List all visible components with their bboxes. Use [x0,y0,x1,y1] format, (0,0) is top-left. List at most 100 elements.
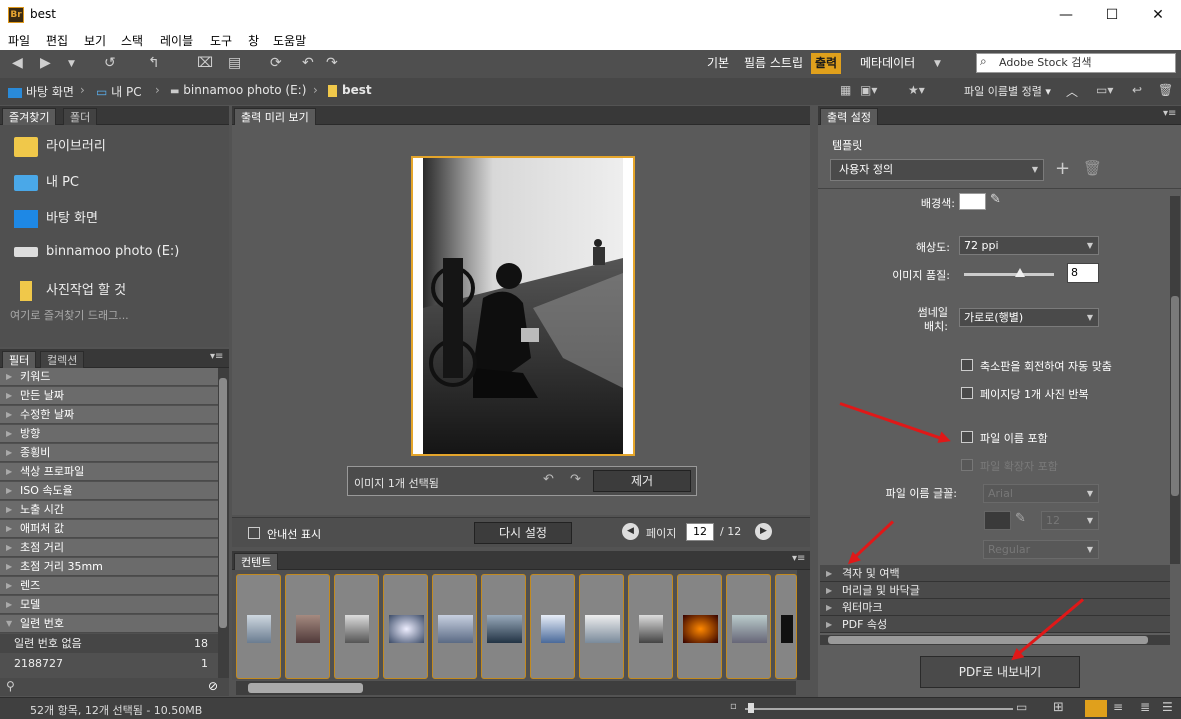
rotate-icon[interactable]: ↩ [1132,83,1142,97]
tab-favorites[interactable]: 즐겨찾기 [2,108,57,125]
content-vertical-scrollbar[interactable] [797,570,810,680]
thumbnail[interactable] [530,574,575,679]
filter-category-row[interactable]: ▶ 방향 [0,425,218,443]
section-header-footer[interactable]: ▶ 머리글 및 바닥글 [820,582,1170,599]
font-color-swatch[interactable] [984,511,1011,530]
menu-stack[interactable]: 스택 [121,32,143,49]
breadcrumb-desktop[interactable]: 바탕 화면 [8,83,74,100]
menu-label[interactable]: 레이블 [160,32,193,49]
add-template-icon[interactable]: + [1055,158,1070,179]
thumbnail[interactable] [677,574,722,679]
workspace-dropdown-icon[interactable]: ▼ [934,59,941,69]
recent-dropdown-icon[interactable]: ▼ [68,59,75,69]
view-list-icon[interactable]: ≣ [1140,700,1150,714]
breadcrumb-folder[interactable]: best [328,83,372,97]
thumbnail[interactable] [775,574,797,679]
settings-horizontal-scrollbar[interactable] [820,635,1170,645]
view-mode-icon[interactable]: ▣▾ [860,83,877,97]
filter-category-row[interactable]: ▶ 만든 날짜 [0,387,218,405]
filter-category-row[interactable]: ▶ 키워드 [0,368,218,386]
section-grid-margins[interactable]: ▶ 격자 및 여백 [820,565,1170,582]
filter-value-row[interactable]: 일련 번호 없음 18 [0,634,218,653]
quality-slider-handle[interactable] [1015,268,1025,277]
scrollbar-thumb[interactable] [219,378,227,628]
pin-icon[interactable]: ⚲ [6,679,15,693]
sort-dropdown[interactable]: 파일 이름별 정렬 ▾ [964,83,1051,99]
menu-edit[interactable]: 편집 [46,32,68,49]
view-details-icon[interactable]: ≡ [1113,700,1123,714]
rotate-left-icon[interactable]: ↶ [302,55,314,71]
thumbnail-size-slider[interactable] [745,708,1013,710]
rotate-left-icon[interactable]: ↶ [543,472,554,487]
breadcrumb-drive[interactable]: ▬ binnamoo photo (E:) [170,83,306,97]
font-size-dropdown[interactable]: 12 ▼ [1041,511,1099,530]
slider-handle[interactable] [748,703,754,713]
menu-help[interactable]: 도움말 [273,32,306,49]
boomerang-icon[interactable]: ↺ [104,55,116,71]
view-thumbnails-icon[interactable] [1085,700,1107,717]
thumbnail[interactable] [481,574,526,679]
minimize-button[interactable]: — [1043,0,1089,30]
menu-view[interactable]: 보기 [84,32,106,49]
thumbnail[interactable] [579,574,624,679]
zoom-out-icon[interactable]: ▫ [730,701,737,712]
tab-output-preview[interactable]: 출력 미리 보기 [234,108,316,125]
tab-collections[interactable]: 컬렉션 [40,351,85,368]
thumbnail[interactable] [236,574,281,679]
template-dropdown[interactable]: 사용자 정의 ▼ [830,159,1044,181]
previous-page-icon[interactable]: ◀ [622,523,639,540]
filter-category-row[interactable]: ▶ 노출 시간 [0,501,218,519]
scrollbar-thumb[interactable] [248,683,363,693]
workspace-metadata[interactable]: 메타데이터 [856,53,919,74]
workspace-output[interactable]: 출력 [811,53,842,74]
tab-output-settings[interactable]: 출력 설정 [820,108,878,125]
favorite-library[interactable]: 라이브러리 [14,135,106,157]
menu-window[interactable]: 창 [248,32,259,49]
rotate-right-icon[interactable]: ↷ [570,472,581,487]
workspace-filmstrip[interactable]: 필름 스트립 [740,53,807,74]
star-filter-icon[interactable]: ★▾ [908,83,925,97]
quality-slider-track[interactable] [964,273,1054,276]
font-style-dropdown[interactable]: Regular ▼ [983,540,1099,559]
rotate-right-icon[interactable]: ↷ [326,55,338,71]
favorite-drive[interactable]: binnamoo photo (E:) [14,244,179,259]
tab-folders[interactable]: 폴더 [63,108,98,125]
next-page-icon[interactable]: ▶ [755,523,772,540]
guides-checkbox[interactable] [248,527,260,539]
zoom-in-icon[interactable]: ▭ [1016,700,1027,714]
favorite-desktop[interactable]: 바탕 화면 [14,207,98,228]
thumbnail[interactable] [334,574,379,679]
eyedropper-icon[interactable]: ✎ [1015,511,1026,526]
filter-category-row[interactable]: ▶ ISO 속도율 [0,482,218,500]
trash-icon[interactable]: 🗑 [1158,83,1173,97]
filter-category-row[interactable]: ▼ 일련 번호 [0,615,218,633]
section-watermark[interactable]: ▶ 워터마크 [820,599,1170,616]
thumbnail[interactable] [285,574,330,679]
clear-filter-icon[interactable]: ⊘ [208,679,218,693]
repeat-photo-checkbox[interactable] [961,387,973,399]
resolution-dropdown[interactable]: 72 ppi ▼ [959,236,1099,255]
font-family-dropdown[interactable]: Arial ▼ [983,484,1099,503]
preview-photo[interactable] [411,156,635,456]
settings-scrollbar[interactable] [1170,196,1180,564]
quality-input[interactable]: 8 [1067,263,1099,283]
include-extension-checkbox[interactable] [961,459,973,471]
filter-scrollbar[interactable] [218,368,229,678]
export-pdf-button[interactable]: PDF로 내보내기 [920,656,1080,688]
filter-category-row[interactable]: ▶ 모델 [0,596,218,614]
thumbnail[interactable] [726,574,771,679]
tab-content[interactable]: 컨텐트 [234,553,279,570]
filter-category-row[interactable]: ▶ 수정한 날짜 [0,406,218,424]
camera-raw-icon[interactable]: ↰ [148,55,160,71]
new-folder-icon[interactable]: ▭▾ [1096,83,1113,97]
close-button[interactable]: ✕ [1135,0,1181,30]
sort-ascending-icon[interactable]: ︿ [1066,83,1078,100]
scrollbar-thumb[interactable] [828,636,1148,644]
get-photos-icon[interactable]: ⌧ [197,55,213,71]
filter-category-row[interactable]: ▶ 애퍼처 값 [0,520,218,538]
maximize-button[interactable]: ☐ [1089,0,1135,30]
open-recent-icon[interactable]: ⟳ [270,55,282,71]
content-horizontal-scrollbar[interactable] [236,681,796,695]
panel-menu-icon[interactable]: ▾≡ [210,351,223,362]
panel-menu-icon[interactable]: ▾≡ [1163,108,1176,119]
